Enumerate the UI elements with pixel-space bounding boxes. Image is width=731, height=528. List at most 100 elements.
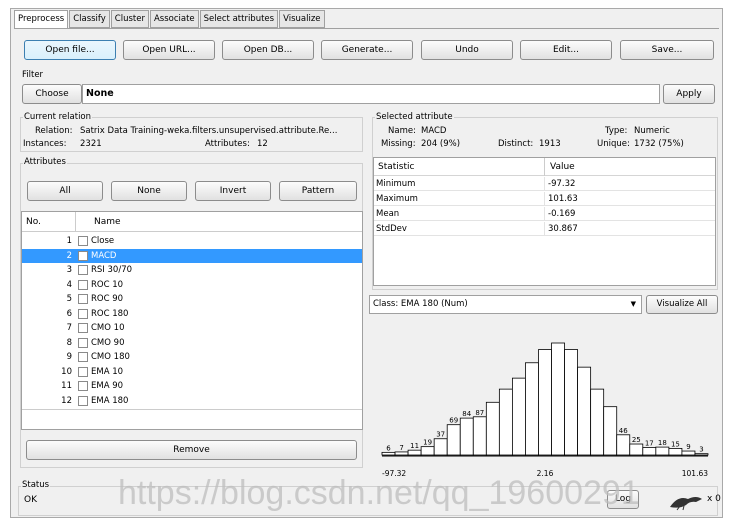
attribute-row[interactable]: 1 Close xyxy=(22,234,362,248)
attribute-row[interactable]: 4 ROC 10 xyxy=(22,278,362,292)
histogram-bar-label: 37 xyxy=(436,431,445,439)
statistic-value: 101.63 xyxy=(548,194,578,204)
histogram-chart: 6 7 11 19376984 874625 17 18 15 9 3-97.32 2.16 101.… xyxy=(381,342,709,478)
attr-name-value: MACD xyxy=(421,126,447,136)
visualize-all-button[interactable]: Visualize All xyxy=(646,295,718,314)
histogram-bar xyxy=(642,447,657,456)
attribute-name: EMA 90 xyxy=(91,381,124,391)
tab-visualize[interactable]: Visualize xyxy=(279,10,325,28)
attribute-number: 5 xyxy=(66,294,72,304)
select-all-button[interactable]: All xyxy=(27,181,103,201)
attribute-row[interactable]: 2 MACD xyxy=(22,248,362,263)
attribute-checkbox[interactable] xyxy=(78,250,88,261)
histogram-bar xyxy=(498,388,513,456)
attribute-checkbox[interactable] xyxy=(78,323,88,333)
relation-label: Relation: xyxy=(35,126,73,136)
tab-select-attributes[interactable]: Select attributes xyxy=(199,10,279,28)
tab-associate[interactable]: Associate xyxy=(149,10,199,28)
statistics-header: Statistic Value xyxy=(374,158,715,176)
tab-preprocess[interactable]: Preprocess xyxy=(14,10,69,29)
attribute-row[interactable]: 11 EMA 90 xyxy=(22,379,362,393)
open-url-button[interactable]: Open URL... xyxy=(123,40,215,60)
statistics-table: Statistic Value Minimum -97.32 Maximum 101.… xyxy=(373,157,716,286)
attribute-name: Close xyxy=(91,236,115,246)
choose-filter-button[interactable]: Choose xyxy=(22,84,82,104)
attributes-count-value: 12 xyxy=(257,139,268,149)
histogram-bar xyxy=(433,438,448,456)
selected-attribute-label: Selected attribute xyxy=(375,112,454,122)
filter-label: Filter xyxy=(22,70,44,80)
attribute-row[interactable]: 7 CMO 10 xyxy=(22,321,362,335)
attribute-checkbox[interactable] xyxy=(78,337,88,348)
col-value-header: Value xyxy=(550,162,575,172)
attribute-number: 2 xyxy=(66,250,72,261)
col-statistic-header: Statistic xyxy=(378,162,415,172)
histogram-bar-label: 7 xyxy=(399,444,403,452)
histogram-bar xyxy=(525,362,539,456)
attribute-row[interactable]: 9 CMO 180 xyxy=(22,350,362,364)
attribute-checkbox[interactable] xyxy=(78,236,88,246)
histogram-bar xyxy=(564,349,578,456)
attribute-checkbox[interactable] xyxy=(78,381,88,391)
attribute-row[interactable]: 6 ROC 180 xyxy=(22,307,362,321)
open-file-button[interactable]: Open file... xyxy=(24,40,116,60)
attribute-checkbox[interactable] xyxy=(78,366,88,377)
histogram-bar xyxy=(694,453,709,456)
histogram-bar xyxy=(551,342,565,456)
attribute-checkbox[interactable] xyxy=(78,294,88,304)
watermark-text: https://blog.csdn.net/qq_19600291 xyxy=(118,474,640,512)
attribute-number: 9 xyxy=(66,352,72,362)
histogram-bar xyxy=(446,424,461,456)
attribute-row[interactable]: 12 EMA 180 xyxy=(22,394,362,408)
attribute-row[interactable]: 3 RSI 30/70 xyxy=(22,263,362,277)
attribute-name: ROC 10 xyxy=(91,279,124,290)
relation-value: Satrix Data Training-weka.filters.unsupe… xyxy=(80,126,338,136)
histogram-bar-label: 84 xyxy=(462,410,471,418)
generate-button[interactable]: Generate... xyxy=(321,40,413,60)
statistic-value: -97.32 xyxy=(548,179,576,189)
chevron-down-icon: ▼ xyxy=(630,300,636,308)
attribute-number: 10 xyxy=(61,366,72,377)
attribute-row[interactable]: 10 EMA 10 xyxy=(22,365,362,379)
attribute-number: 4 xyxy=(66,279,72,290)
attribute-checkbox[interactable] xyxy=(78,352,88,362)
tab-cluster[interactable]: Cluster xyxy=(110,10,149,28)
statistic-name: StdDev xyxy=(376,224,407,234)
attribute-checkbox[interactable] xyxy=(78,308,88,319)
attribute-row[interactable]: 5 ROC 90 xyxy=(22,292,362,306)
save-button[interactable]: Save... xyxy=(620,40,714,60)
attribute-row[interactable]: 8 CMO 90 xyxy=(22,336,362,350)
class-select[interactable]: Class: EMA 180 (Num) ▼ xyxy=(369,295,642,314)
histogram-bar xyxy=(394,451,409,456)
stat-row-divider xyxy=(544,207,545,221)
attribute-name: ROC 180 xyxy=(91,308,129,319)
edit-button[interactable]: Edit... xyxy=(520,40,612,60)
remove-button[interactable]: Remove xyxy=(26,440,357,460)
attribute-name: ROC 90 xyxy=(91,294,124,304)
attr-distinct-label: Distinct: xyxy=(498,139,534,149)
attributes-group-label: Attributes xyxy=(23,157,67,167)
attribute-checkbox[interactable] xyxy=(78,265,88,275)
attribute-name: EMA 10 xyxy=(91,366,124,377)
histogram-bar xyxy=(420,446,435,456)
tab-classify[interactable]: Classify xyxy=(69,10,110,28)
attribute-checkbox[interactable] xyxy=(78,279,88,290)
invert-selection-button[interactable]: Invert xyxy=(195,181,271,201)
attribute-name: RSI 30/70 xyxy=(91,265,133,275)
pattern-button[interactable]: Pattern xyxy=(279,181,357,201)
histogram-bar xyxy=(603,406,618,456)
apply-button[interactable]: Apply xyxy=(663,84,715,104)
status-label: Status xyxy=(21,480,51,490)
attribute-name: CMO 90 xyxy=(91,337,125,348)
stat-row-divider xyxy=(544,222,545,236)
attr-unique-value: 1732 (75%) xyxy=(634,139,684,149)
statistic-row: Minimum -97.32 xyxy=(374,177,715,191)
weka-bird-icon xyxy=(666,489,706,511)
open-db-button[interactable]: Open DB... xyxy=(222,40,314,60)
attr-missing-value: 204 (9%) xyxy=(421,139,461,149)
attribute-checkbox[interactable] xyxy=(78,395,88,406)
histogram-bar-label: 87 xyxy=(475,409,484,417)
filter-field[interactable]: None xyxy=(82,84,660,104)
undo-button[interactable]: Undo xyxy=(421,40,513,60)
select-none-button[interactable]: None xyxy=(111,181,187,201)
